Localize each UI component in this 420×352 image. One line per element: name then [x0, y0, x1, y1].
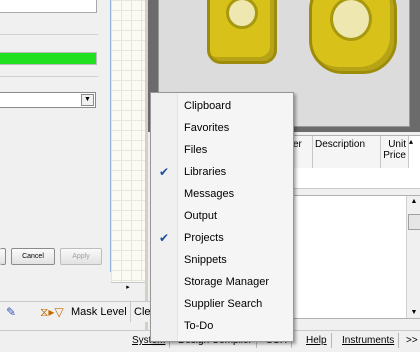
menu-item-messages[interactable]: Messages	[151, 183, 293, 205]
ok-button[interactable]	[0, 248, 6, 265]
scroll-up-icon[interactable]: ▴	[409, 137, 413, 146]
checkmark-icon: ✔	[158, 231, 170, 245]
panels-context-menu: Clipboard Favorites Files ✔ Libraries Me…	[150, 92, 294, 342]
vertical-scrollbar[interactable]: ▲ ▼	[406, 196, 420, 318]
menu-item-output[interactable]: Output	[151, 205, 293, 227]
dialog-dropdown[interactable]: ▼	[0, 92, 96, 108]
pencil-icon[interactable]: ✎	[6, 305, 16, 319]
menu-item-libraries[interactable]: ✔ Libraries	[151, 161, 293, 183]
progress-fill	[0, 53, 96, 64]
pad-hole	[226, 0, 258, 29]
cancel-button[interactable]: Cancel	[11, 248, 55, 265]
column-header[interactable]: Unit Price	[381, 136, 409, 168]
filter-icon[interactable]: ⧖▸▽	[40, 305, 64, 319]
scroll-right-icon[interactable]: ▸	[126, 284, 130, 291]
scrollbar-thumb[interactable]	[408, 214, 420, 230]
dialog-text-area[interactable]	[0, 0, 97, 13]
component-grid-header: er Description Unit Price	[290, 135, 420, 169]
menu-item-clipboard[interactable]: Clipboard	[151, 95, 293, 117]
column-header[interactable]: er	[291, 136, 313, 168]
schematic-sheet[interactable]: ▸	[111, 0, 145, 292]
scroll-up-icon[interactable]: ▲	[407, 198, 420, 205]
filter-toolbar: ✎ ⧖▸▽ Mask Level Clea	[0, 301, 157, 322]
horizontal-scrollbar[interactable]: ▸	[111, 282, 145, 292]
square-pad-shape	[207, 0, 277, 64]
more-tabs-button[interactable]: >>	[402, 333, 420, 348]
table-row[interactable]	[290, 168, 420, 189]
column-header[interactable]: Description	[313, 136, 381, 168]
mask-level-button[interactable]: Mask Level	[71, 302, 127, 322]
checkmark-icon: ✔	[158, 165, 170, 179]
round-pad-shape	[309, 0, 397, 74]
progress-bar	[0, 52, 97, 65]
chevron-down-icon[interactable]: ▼	[81, 94, 94, 106]
properties-dialog: ▼ Cancel Apply	[0, 0, 111, 272]
dialog-separator	[0, 76, 98, 77]
tab-help[interactable]: Help	[302, 333, 332, 348]
pad-hole	[330, 0, 372, 41]
dialog-separator	[0, 34, 98, 35]
menu-item-storage-manager[interactable]: Storage Manager	[151, 271, 293, 293]
details-panel: ▲ ▼	[290, 195, 420, 319]
menu-item-to-do[interactable]: To-Do	[151, 315, 293, 337]
menu-item-projects[interactable]: ✔ Projects	[151, 227, 293, 249]
menu-item-files[interactable]: Files	[151, 139, 293, 161]
menu-item-supplier-search[interactable]: Supplier Search	[151, 293, 293, 315]
tab-instruments[interactable]: Instruments	[338, 333, 400, 348]
scroll-down-icon[interactable]: ▼	[407, 309, 420, 316]
menu-item-snippets[interactable]: Snippets	[151, 249, 293, 271]
menu-item-favorites[interactable]: Favorites	[151, 117, 293, 139]
apply-button[interactable]: Apply	[60, 248, 102, 265]
